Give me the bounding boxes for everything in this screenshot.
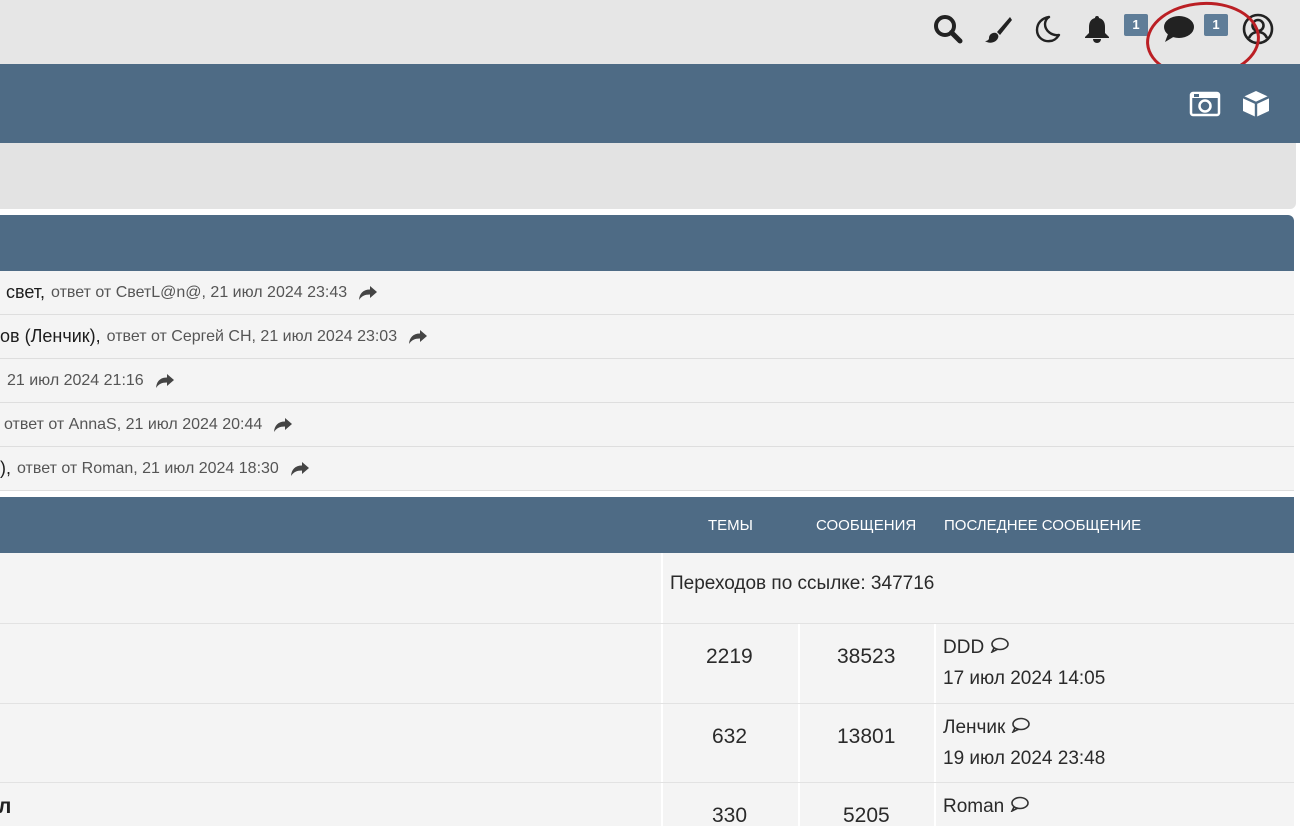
table-row: 632 13801 Ленчик 19 июл 2024 23:48 <box>0 704 1294 783</box>
last-post-user[interactable]: Roman <box>943 796 1004 817</box>
recent-topics-list: свет, ответ от СветL@n@, 21 июл 2024 23:… <box>0 271 1294 491</box>
user-circle-icon[interactable] <box>1242 13 1274 45</box>
topic-title[interactable]: ов (Ленчик), <box>0 326 101 347</box>
table-row: л 330 5205 Roman <box>0 783 1294 827</box>
posts-count: 38523 <box>837 645 896 668</box>
brush-icon[interactable] <box>982 13 1014 45</box>
comment-icon[interactable] <box>990 632 1010 663</box>
last-post-date[interactable]: 19 июл 2024 23:48 <box>943 748 1105 769</box>
column-header-last-post: ПОСЛЕДНЕЕ СООБЩЕНИЕ <box>944 517 1142 534</box>
column-header-posts: СООБЩЕНИЯ <box>816 517 917 534</box>
column-divider <box>661 783 663 826</box>
chat-icon[interactable] <box>1161 13 1197 45</box>
topic-meta: ответ от СветL@n@, 21 июл 2024 23:43 <box>51 283 348 301</box>
topic-meta: ответ от Сергей СН, 21 июл 2024 23:03 <box>106 327 398 345</box>
last-post-date[interactable]: 17 июл 2024 14:05 <box>943 668 1105 689</box>
topics-count: 632 <box>712 725 748 748</box>
topics-count: 330 <box>712 804 748 827</box>
list-item: ответ от AnnaS, 21 июл 2024 20:44 <box>0 403 1294 447</box>
posts-count: 13801 <box>837 725 896 748</box>
go-to-post-icon[interactable] <box>273 417 293 433</box>
topic-meta: 21 июл 2024 21:16 <box>7 371 144 389</box>
comment-icon[interactable] <box>1010 791 1030 822</box>
link-clicks-count: Переходов по ссылке: 347716 <box>670 573 935 594</box>
bell-icon[interactable] <box>1081 13 1113 45</box>
last-post-user[interactable]: DDD <box>943 637 984 658</box>
column-divider <box>661 624 663 703</box>
camera-icon[interactable] <box>1188 89 1222 119</box>
box-icon[interactable] <box>1239 89 1273 119</box>
last-post: Roman <box>943 791 1030 822</box>
last-post-user[interactable]: Ленчик <box>943 717 1005 738</box>
topic-meta: ответ от AnnaS, 21 июл 2024 20:44 <box>4 415 263 433</box>
breadcrumb-area <box>0 143 1296 209</box>
column-divider <box>934 783 936 826</box>
column-divider <box>934 624 936 703</box>
column-divider <box>798 624 800 703</box>
comment-icon[interactable] <box>1011 712 1031 743</box>
messages-badge[interactable]: 1 <box>1204 14 1228 36</box>
recent-topics-header <box>0 215 1294 271</box>
topic-meta: ответ от Roman, 21 июл 2024 18:30 <box>17 459 279 477</box>
column-header-topics: ТЕМЫ <box>708 517 753 534</box>
notifications-badge[interactable]: 1 <box>1124 14 1148 36</box>
table-row: 2219 38523 DDD 17 июл 2024 14:05 <box>0 624 1294 704</box>
list-item: 21 июл 2024 21:16 <box>0 359 1294 403</box>
go-to-post-icon[interactable] <box>290 461 310 477</box>
last-post: Ленчик 19 июл 2024 23:48 <box>943 712 1105 774</box>
list-item: свет, ответ от СветL@n@, 21 июл 2024 23:… <box>0 271 1294 315</box>
topic-title[interactable]: ), <box>0 458 11 479</box>
topic-title[interactable]: свет, <box>6 282 45 303</box>
column-divider <box>661 553 663 623</box>
list-item: ов (Ленчик), ответ от Сергей СН, 21 июл … <box>0 315 1294 359</box>
go-to-post-icon[interactable] <box>408 329 428 345</box>
go-to-post-icon[interactable] <box>155 373 175 389</box>
nav-bar <box>0 64 1300 143</box>
list-item: ), ответ от Roman, 21 июл 2024 18:30 <box>0 447 1294 491</box>
forum-title[interactable]: л <box>0 795 11 819</box>
column-divider <box>798 783 800 826</box>
column-divider <box>798 704 800 782</box>
forum-table-header: ТЕМЫ СООБЩЕНИЯ ПОСЛЕДНЕЕ СООБЩЕНИЕ <box>0 497 1294 553</box>
forum-link-row: Переходов по ссылке: 347716 <box>0 553 1294 624</box>
top-header: 1 1 <box>0 0 1300 82</box>
last-post: DDD 17 июл 2024 14:05 <box>943 632 1105 694</box>
topics-count: 2219 <box>706 645 753 668</box>
column-divider <box>934 704 936 782</box>
moon-icon[interactable] <box>1031 13 1063 45</box>
column-divider <box>661 704 663 782</box>
posts-count: 5205 <box>843 804 890 827</box>
go-to-post-icon[interactable] <box>358 285 378 301</box>
search-icon[interactable] <box>932 13 964 45</box>
